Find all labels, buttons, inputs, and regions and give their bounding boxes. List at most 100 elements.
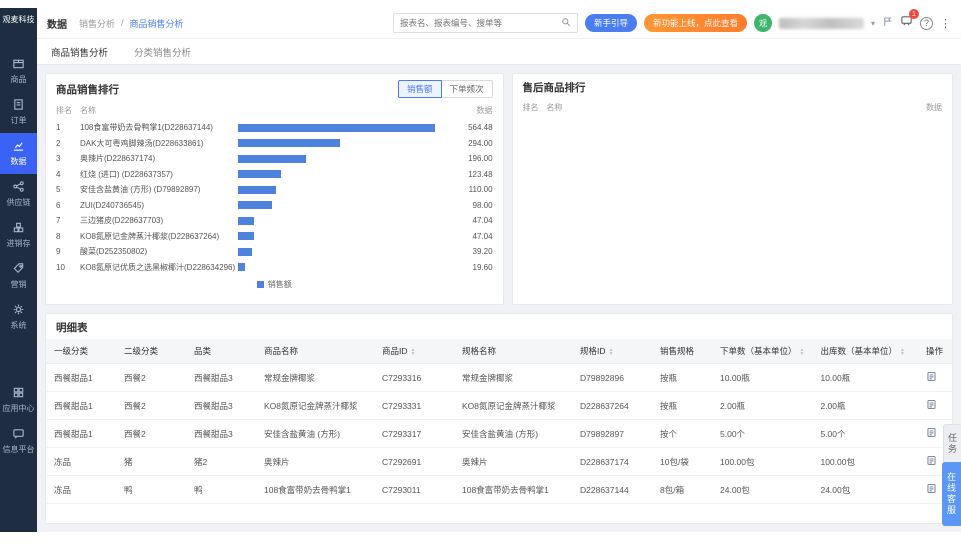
customer-service-side-tab[interactable]: 在线客服 [942, 462, 961, 526]
bar [238, 248, 252, 256]
table-row: 西餐甜品1西餐2西餐甜品3KO8氮原记金牌蒸汁椰浆C7293331KO8氮原记金… [46, 392, 952, 420]
task-side-tab[interactable]: 任务 [943, 424, 961, 464]
col-product-name[interactable]: 商品名称 [256, 339, 374, 364]
tab-product-sales-analysis[interactable]: 商品销售分析 [51, 45, 108, 59]
col-name: 名称 [80, 105, 238, 116]
sidebar-item-app-center[interactable]: 应用中心 [0, 380, 37, 421]
col-sales-spec[interactable]: 销售规格 [652, 339, 712, 364]
chevron-down-icon[interactable]: ▾ [871, 19, 875, 28]
report-tabs: 商品销售分析 分类销售分析 [37, 38, 961, 65]
search-icon[interactable] [561, 14, 571, 32]
col-value: 数据 [441, 105, 493, 116]
detail-table-panel: 明细表 一级分类 二级分类 品类 商品名称 商品ID▲▼ [45, 313, 953, 524]
sidebar-item-label: 信息平台 [3, 444, 35, 455]
col-name: 名称 [547, 102, 705, 113]
col-category-1[interactable]: 一级分类 [46, 339, 116, 364]
sidebar-item-label: 进销存 [7, 238, 31, 249]
sidebar-item-data[interactable]: 数据 [0, 133, 37, 174]
row-action-icon[interactable] [926, 458, 937, 468]
toggle-order-frequency[interactable]: 下单频次 [442, 80, 493, 98]
table-row: 西餐甜品1西餐2西餐甜品3安佳含盐黄油 (方形)C7293317安佳含盐黄油 (… [46, 420, 952, 448]
sort-icon[interactable]: ▲▼ [609, 348, 614, 356]
chart-row: 1108食富带奶去骨鸭掌1(D228637144)564.48 [56, 120, 493, 136]
col-rank: 排名 [523, 102, 547, 113]
sidebar-item-label: 应用中心 [3, 403, 35, 414]
sidebar-item-info-platform[interactable]: 信息平台 [0, 421, 37, 462]
toggle-sales-amount[interactable]: 销售额 [398, 80, 442, 98]
col-outbound-qty[interactable]: 出库数（基本单位）▲▼ [812, 339, 912, 364]
guide-button[interactable]: 新手引导 [585, 14, 637, 32]
breadcrumb-module[interactable]: 数据 [47, 16, 67, 31]
bar [238, 155, 306, 163]
col-category-3[interactable]: 品类 [186, 339, 256, 364]
table-row: 西餐甜品1西餐2西餐甜品3常规金牌椰浆C7293316常规金牌椰浆D798928… [46, 364, 952, 392]
more-menu-icon[interactable]: ⋮ [940, 17, 951, 30]
breadcrumb-section[interactable]: 销售分析 [79, 17, 115, 30]
row-action-icon[interactable] [926, 374, 937, 384]
gear-icon [12, 303, 25, 318]
col-order-qty[interactable]: 下单数（基本单位）▲▼ [712, 339, 812, 364]
search-input[interactable] [400, 18, 561, 28]
tab-category-sales-analysis[interactable]: 分类销售分析 [134, 45, 191, 59]
global-search[interactable] [393, 13, 578, 33]
app-logo: 观麦科技 [2, 8, 36, 29]
sales-ranking-chart: 排名 名称 数据 1108食富带奶去骨鸭掌1(D228637144)564.48… [46, 102, 503, 304]
notification-badge: 1 [909, 9, 919, 19]
chart-row: 7三边猪皮(D228637703)47.04 [56, 213, 493, 229]
col-spec-id[interactable]: 规格ID▲▼ [572, 339, 652, 364]
row-action-icon[interactable] [926, 430, 937, 440]
sidebar-item-system[interactable]: 系统 [0, 297, 37, 338]
promo-button[interactable]: 新功能上线，点此查看 [644, 14, 747, 32]
breadcrumb-separator: / [121, 18, 124, 28]
table-row: 冻品鸭鸭108食富带奶去骨鸭掌1C7293011108食富带奶去骨鸭掌1D228… [46, 476, 952, 504]
col-rank: 排名 [56, 105, 80, 116]
chart-row: 10KO8氮原记优质之选黑椒椰汁(D228634296)19.60 [56, 260, 493, 276]
chart-row: 5安佳含盐黄油 (方形) (D79892897)110.00 [56, 182, 493, 198]
table-header-row: 一级分类 二级分类 品类 商品名称 商品ID▲▼ 规格名称 规格ID▲▼ 销售规… [46, 339, 952, 364]
grid-icon [12, 386, 25, 401]
empty-table-body [523, 117, 942, 300]
avatar[interactable]: 观 [754, 14, 772, 32]
chart-row: 9酸菜(D252350802)39.20 [56, 244, 493, 260]
chart-row: 6ZUI(D240736545)98.00 [56, 198, 493, 214]
message-bubble-icon [12, 427, 25, 442]
chart-legend: 销售额 [56, 275, 493, 292]
company-name-blurred [779, 18, 864, 29]
supply-chain-icon [12, 180, 25, 195]
table-row: 冻品猪猪2奥辣片C7292691奥辣片D22863717410包/袋100.00… [46, 448, 952, 476]
sidebar-item-marketing[interactable]: 营销 [0, 256, 37, 297]
sidebar-item-goods[interactable]: 商品 [0, 51, 37, 92]
sort-icon[interactable]: ▲▼ [411, 348, 416, 356]
col-spec-name[interactable]: 规格名称 [454, 339, 572, 364]
sort-icon[interactable]: ▲▼ [900, 348, 905, 356]
sidebar-item-inventory[interactable]: 进销存 [0, 215, 37, 256]
sort-icon[interactable]: ▲▼ [800, 348, 805, 356]
notification-icon[interactable]: 1 [900, 14, 913, 32]
sidebar-item-supply-chain[interactable]: 供应链 [0, 174, 37, 215]
sidebar-item-label: 数据 [11, 156, 27, 167]
bar [238, 170, 281, 178]
flag-icon[interactable] [882, 14, 893, 32]
chart-row: 2DAK大可粤鸡脚辣汤(D228633861)294.00 [56, 136, 493, 152]
chart-line-icon [12, 139, 25, 154]
chart-row: 4红烧 (进口) (D228637357)123.48 [56, 167, 493, 183]
row-action-icon[interactable] [926, 486, 937, 496]
goods-box-icon [12, 57, 25, 72]
panel-title: 售后商品排行 [523, 80, 586, 95]
sales-ranking-panel: 商品销售排行 销售额 下单频次 排名 名称 数据 [45, 73, 504, 305]
sidebar-item-label: 供应链 [7, 197, 31, 208]
help-icon[interactable]: ? [920, 17, 933, 30]
detail-table-scroll[interactable]: 一级分类 二级分类 品类 商品名称 商品ID▲▼ 规格名称 规格ID▲▼ 销售规… [46, 339, 952, 523]
top-header: 数据 销售分析 / 商品销售分析 新手引导 新功能上线，点此查看 观 ▾ [37, 8, 961, 38]
row-action-icon[interactable] [926, 402, 937, 412]
col-product-id[interactable]: 商品ID▲▼ [374, 339, 454, 364]
col-category-2[interactable]: 二级分类 [116, 339, 186, 364]
detail-table: 一级分类 二级分类 品类 商品名称 商品ID▲▼ 规格名称 规格ID▲▼ 销售规… [46, 339, 952, 504]
sidebar-item-label: 系统 [11, 320, 27, 331]
bar [238, 232, 254, 240]
legend-swatch [257, 281, 264, 288]
sidebar-item-label: 订单 [11, 115, 27, 126]
bar [238, 217, 254, 225]
sidebar-item-orders[interactable]: 订单 [0, 92, 37, 133]
app-window: 观麦科技 商品 订单 数据 供应链 [0, 0, 961, 560]
